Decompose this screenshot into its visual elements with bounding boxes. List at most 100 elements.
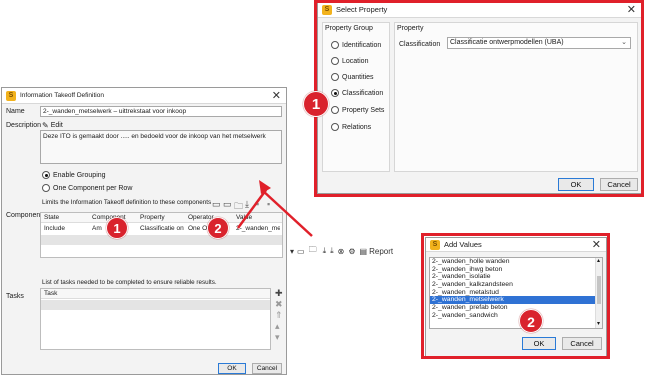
group-radio[interactable] <box>331 73 339 81</box>
property-group-panel: Property Group Identification Location Q… <box>322 22 390 172</box>
edit-icon: ✎ <box>42 121 49 130</box>
table-row[interactable]: Include Am Classificatie ontw... One Of … <box>41 224 282 234</box>
group-relations[interactable]: Relations <box>331 123 371 131</box>
add-values-badge: 2 <box>519 309 543 333</box>
list-item[interactable]: 2-_wanden_metalstud <box>430 289 602 297</box>
move-top-icon[interactable]: ⇑ <box>275 310 283 321</box>
property-header: Property <box>397 25 424 32</box>
grid-value-badge: 2 <box>207 217 229 239</box>
one-component-option[interactable]: One Component per Row <box>42 184 132 192</box>
group-radio[interactable] <box>331 123 339 131</box>
cell-property[interactable]: Classificatie ontw... <box>138 225 184 232</box>
list-item[interactable]: 2-_wanden_ihwg beton <box>430 266 602 274</box>
download-icon[interactable]: ⤓ <box>323 246 327 256</box>
new-report-icon[interactable]: ▭ <box>297 247 305 256</box>
remove-icon[interactable]: ▭ <box>223 199 232 210</box>
tasks-grid: Task <box>40 288 271 350</box>
one-component-label: One Component per Row <box>53 184 133 192</box>
list-item-selected[interactable]: 2-_wanden_metselwerk <box>430 296 602 305</box>
col-value: Value <box>236 214 253 221</box>
move-up-icon[interactable]: ▴ <box>275 321 280 332</box>
sp-title: Select Property <box>336 5 388 14</box>
av-ok-button[interactable]: OK <box>522 337 556 350</box>
classification-label: Classification <box>399 41 441 48</box>
edit-button[interactable]: ✎ Edit <box>42 121 63 130</box>
itd-cancel-button[interactable]: Cancel <box>252 363 282 374</box>
components-toolbar: ▭ ▭ 🗀 ⤓ ▪ ▪ <box>212 199 284 211</box>
group-classification[interactable]: Classification <box>331 89 383 97</box>
col-task: Task <box>44 290 58 297</box>
group-property-sets[interactable]: Property Sets <box>331 106 384 114</box>
close-icon[interactable]: ✕ <box>272 89 281 102</box>
sp-cancel-button[interactable]: Cancel <box>600 178 638 191</box>
add-task-icon[interactable]: ✚ <box>275 288 283 299</box>
group-radio[interactable] <box>331 41 339 49</box>
group-quantities[interactable]: Quantities <box>331 73 374 81</box>
enable-grouping-label: Enable Grouping <box>53 171 106 179</box>
list-item[interactable]: 2-_wanden_kalkzandsteen <box>430 281 602 289</box>
save-icon[interactable]: ▪ <box>256 199 259 209</box>
list-item[interactable]: 2-_wanden_holle wanden <box>430 258 602 266</box>
group-radio[interactable] <box>331 57 339 65</box>
enable-grouping-radio[interactable] <box>42 171 50 179</box>
col-property: Property <box>140 214 165 221</box>
add-icon[interactable]: ▭ <box>212 199 221 210</box>
itd-ok-button[interactable]: OK <box>218 363 246 374</box>
scroll-thumb[interactable] <box>597 276 601 304</box>
settings-icon[interactable]: ⚙ <box>348 247 355 256</box>
list-scrollbar[interactable]: ▴ ▾ <box>595 258 602 328</box>
classification-value: Classificatie ontwerpmodellen (UBA) <box>450 39 564 46</box>
select-property-dialog: S Select Property ✕ Property Group Ident… <box>317 1 642 194</box>
delete-task-icon[interactable]: ✖ <box>275 299 283 310</box>
list-item[interactable]: 2-_wanden_isolatie <box>430 273 602 281</box>
tasks-label: Tasks <box>6 293 24 300</box>
group-label: Location <box>342 57 369 65</box>
main-toolbar: ▾ ▭ 🗀 ⤓ ⤓ ⊗ ⚙ ▤ Report <box>290 244 424 258</box>
group-location[interactable]: Location <box>331 57 368 65</box>
itd-dialog: S Information Takeoff Definition ✕ Name … <box>1 87 287 375</box>
values-list[interactable]: 2-_wanden_holle wanden 2-_wanden_ihwg be… <box>429 257 603 329</box>
list-item[interactable]: 2-_wanden_prefab beton <box>430 304 602 312</box>
sp-ok-button[interactable]: OK <box>558 178 594 191</box>
av-title-bar: S Add Values ✕ <box>426 238 606 252</box>
add-values-dialog: S Add Values ✕ 2-_wanden_holle wanden 2-… <box>425 237 607 357</box>
dropdown-arrow-icon[interactable]: ▾ <box>290 247 294 256</box>
settings-icon[interactable]: ▪ <box>267 199 270 209</box>
table-row <box>41 235 282 245</box>
description-field[interactable]: Deze ITO is gemaakt door ..... en bedoel… <box>40 130 282 164</box>
classification-select[interactable]: Classificatie ontwerpmodellen (UBA) ⌄ <box>447 37 631 49</box>
download-icon[interactable]: ⤓ <box>245 199 249 210</box>
close-icon[interactable]: ✕ <box>627 3 636 16</box>
close-icon[interactable]: ✕ <box>592 238 601 251</box>
components-grid: State Component Property Operator Value … <box>40 212 283 258</box>
move-down-icon[interactable]: ▾ <box>275 332 280 343</box>
scroll-up-icon[interactable]: ▴ <box>597 258 600 264</box>
edit-label: Edit <box>50 122 63 129</box>
grid-header: State Component Property Operator Value <box>41 213 282 223</box>
tasks-text: List of tasks needed to be completed to … <box>42 279 217 286</box>
scroll-down-icon[interactable]: ▾ <box>597 320 600 327</box>
export-icon[interactable]: ⤓ <box>330 246 334 256</box>
one-component-radio[interactable] <box>42 184 50 192</box>
table-row <box>41 300 270 310</box>
itd-title-bar: S Information Takeoff Definition ✕ <box>2 88 286 104</box>
report-icon[interactable]: ▤ <box>360 247 368 256</box>
cell-state: Include <box>44 225 65 232</box>
av-cancel-button[interactable]: Cancel <box>562 337 602 350</box>
name-field[interactable]: 2-_wanden_metselwerk – uittrekstaat voor… <box>40 106 282 117</box>
group-radio[interactable] <box>331 89 339 97</box>
description-label: Description <box>6 122 42 129</box>
list-item[interactable]: 2-_wanden_sandwich <box>430 312 602 320</box>
property-group-header: Property Group <box>325 25 373 32</box>
clear-icon[interactable]: ⊗ <box>338 247 345 256</box>
grid-property-badge: 1 <box>106 217 128 239</box>
description-text: Deze ITO is gemaakt door ..... en bedoel… <box>43 133 266 140</box>
group-radio[interactable] <box>331 106 339 114</box>
cell-value[interactable]: 2-_wanden_mets... <box>234 225 280 232</box>
open-folder-icon[interactable]: 🗀 <box>309 244 317 258</box>
property-panel: Property Classification Classificatie on… <box>394 22 638 172</box>
enable-grouping-option[interactable]: Enable Grouping <box>42 171 106 179</box>
report-button[interactable]: Report <box>369 247 393 256</box>
group-label: Quantities <box>342 73 374 81</box>
group-identification[interactable]: Identification <box>331 41 381 49</box>
